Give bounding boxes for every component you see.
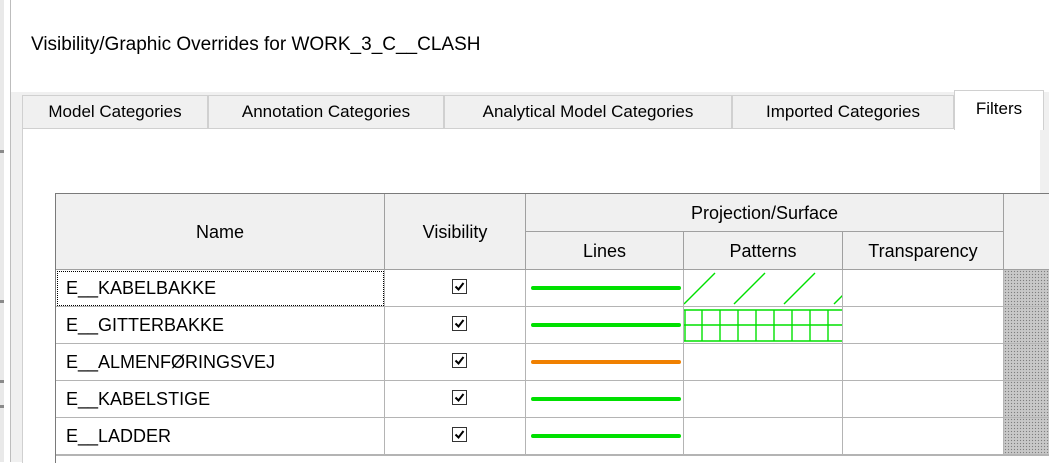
- visibility-cell: [385, 418, 526, 455]
- lines-override-cell[interactable]: [526, 418, 684, 455]
- tab-analytical-model-categories[interactable]: Analytical Model Categories: [444, 95, 732, 128]
- line-color-swatch: [531, 360, 681, 364]
- visibility-cell: [385, 344, 526, 381]
- cut-column-cell: [1004, 270, 1049, 307]
- transparency-cell[interactable]: [843, 344, 1004, 381]
- cut-column-cell: [1004, 418, 1049, 455]
- patterns-override-cell[interactable]: [684, 381, 843, 418]
- visibility-checkbox[interactable]: [452, 353, 468, 368]
- table-row[interactable]: E__KABELSTIGE: [56, 381, 1049, 418]
- patterns-override-cell[interactable]: [684, 270, 843, 307]
- checkmark-icon: [454, 356, 465, 366]
- checkmark-icon: [454, 319, 465, 329]
- visibility-cell: [385, 307, 526, 344]
- visibility-checkbox[interactable]: [452, 390, 468, 405]
- filter-name[interactable]: E__KABELBAKKE: [56, 270, 385, 307]
- line-color-swatch: [531, 286, 681, 290]
- column-header-cut: [1004, 194, 1049, 270]
- patterns-override-cell[interactable]: [684, 344, 843, 381]
- visibility-checkbox[interactable]: [452, 316, 468, 331]
- table-row[interactable]: E__GITTERBAKKE: [56, 307, 1049, 344]
- checkmark-icon: [454, 282, 465, 292]
- lines-override-cell[interactable]: [526, 344, 684, 381]
- line-color-swatch: [531, 434, 681, 438]
- column-header-transparency[interactable]: Transparency: [843, 232, 1004, 270]
- column-header-projection-surface: Projection/Surface: [526, 194, 1004, 232]
- column-header-visibility[interactable]: Visibility: [385, 194, 526, 270]
- grid-pattern-icon: [684, 309, 842, 342]
- visibility-cell: [385, 270, 526, 307]
- table-row[interactable]: E__LADDER: [56, 418, 1049, 455]
- tab-imported-categories[interactable]: Imported Categories: [732, 95, 954, 128]
- visibility-checkbox[interactable]: [452, 279, 468, 294]
- transparency-cell[interactable]: [843, 307, 1004, 344]
- line-color-swatch: [531, 323, 681, 327]
- cut-column-cell: [1004, 307, 1049, 344]
- patterns-override-cell[interactable]: [684, 418, 843, 455]
- filters-grid: Name Visibility Projection/Surface Lines…: [55, 193, 1049, 463]
- visibility-checkbox[interactable]: [452, 427, 468, 442]
- transparency-cell[interactable]: [843, 418, 1004, 455]
- visibility-cell: [385, 381, 526, 418]
- filter-name[interactable]: E__LADDER: [56, 418, 385, 455]
- dialog-title: Visibility/Graphic Overrides for WORK_3_…: [31, 34, 481, 55]
- cut-column-cell: [1004, 344, 1049, 381]
- transparency-cell[interactable]: [843, 381, 1004, 418]
- title-bar: Visibility/Graphic Overrides for WORK_3_…: [11, 0, 1049, 92]
- table-row[interactable]: E__ALMENFØRINGSVEJ: [56, 344, 1049, 381]
- cut-column-cell: [1004, 381, 1049, 418]
- background-window-edge: [0, 0, 4, 462]
- checkmark-icon: [454, 393, 465, 403]
- transparency-cell[interactable]: [843, 270, 1004, 307]
- filter-name[interactable]: E__KABELSTIGE: [56, 381, 385, 418]
- tab-filters[interactable]: Filters: [954, 90, 1044, 130]
- filter-name[interactable]: E__ALMENFØRINGSVEJ: [56, 344, 385, 381]
- diagonal-hatch-pattern-icon: [684, 272, 842, 305]
- tab-annotation-categories[interactable]: Annotation Categories: [208, 95, 444, 128]
- column-header-patterns[interactable]: Patterns: [684, 232, 843, 270]
- lines-override-cell[interactable]: [526, 307, 684, 344]
- checkmark-icon: [454, 430, 465, 440]
- lines-override-cell[interactable]: [526, 381, 684, 418]
- patterns-override-cell[interactable]: [684, 307, 843, 344]
- column-header-name[interactable]: Name: [56, 194, 385, 270]
- filter-name[interactable]: E__GITTERBAKKE: [56, 307, 385, 344]
- table-row[interactable]: E__KABELBAKKE: [56, 270, 1049, 307]
- column-header-lines[interactable]: Lines: [526, 232, 684, 270]
- lines-override-cell[interactable]: [526, 270, 684, 307]
- line-color-swatch: [531, 397, 681, 401]
- tab-model-categories[interactable]: Model Categories: [22, 95, 208, 128]
